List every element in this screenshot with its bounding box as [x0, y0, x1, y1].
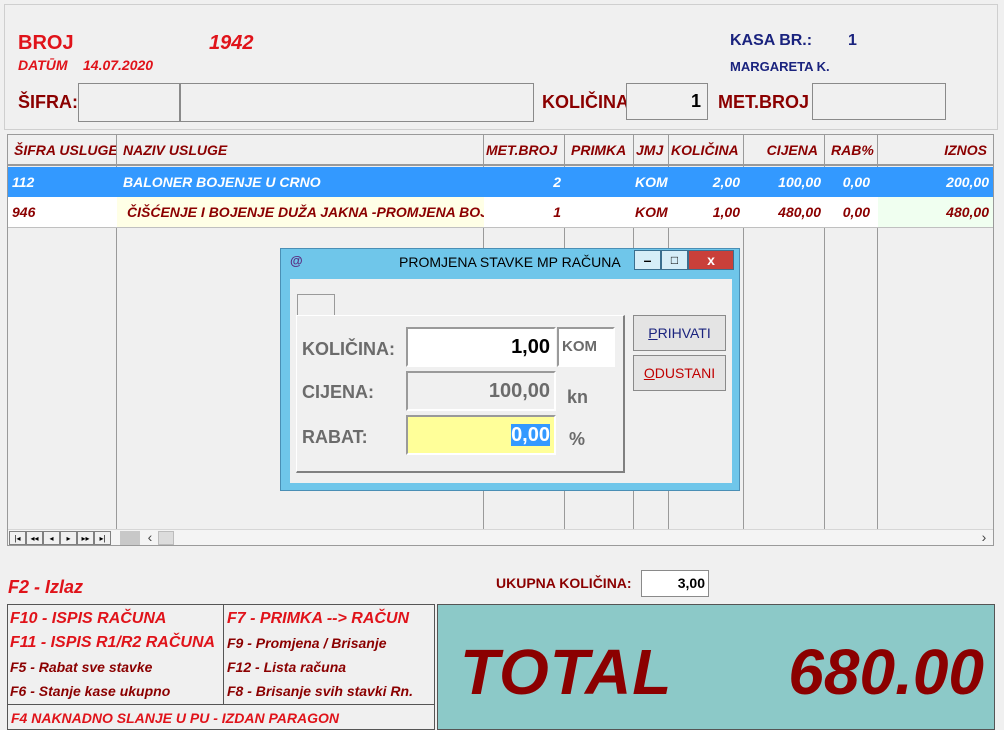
sifra-label: ŠIFRA:	[18, 92, 78, 112]
col-header-naziv[interactable]: NAZIV USLUGE	[117, 135, 484, 166]
dialog-title: PROMJENA STAVKE MP RAČUNA	[399, 254, 621, 270]
broj-value: 1942	[209, 32, 254, 54]
metbroj-label: MET.BROJ	[718, 92, 810, 112]
cell-sifra: 112	[12, 174, 35, 190]
hscroll-thumb-icon[interactable]	[158, 531, 174, 545]
f8-delete-label: F8 - Brisanje svih stavki Rn.	[227, 683, 413, 699]
metbroj-input[interactable]	[812, 83, 946, 120]
f7-primka-label: F7 - PRIMKA --> RAČUN	[227, 610, 410, 627]
cell-rab: 0,00	[842, 174, 870, 190]
col-header-iznos[interactable]: IZNOS	[878, 135, 993, 166]
col-header-rab[interactable]: RAB%	[825, 135, 878, 166]
invoice-header: BROJ 1942 DATŪM 14.07.2020 KASA BR.: 1 M…	[4, 4, 998, 130]
cell-jmj: KOM	[634, 197, 669, 227]
kolicina-label: KOLIČINA	[542, 92, 629, 112]
cell-naziv: BALONER BOJENJE U CRNO	[123, 174, 321, 190]
sifra-input[interactable]	[78, 83, 180, 122]
edit-item-dialog[interactable]: @ PROMJENA STAVKE MP RAČUNA – □ x KOLIČI…	[280, 248, 740, 491]
f9-edit-label: F9 - Promjena / Brisanje	[227, 635, 387, 651]
total-label: TOTAL	[460, 636, 673, 708]
minimize-icon[interactable]: –	[634, 250, 661, 270]
cell-cijena: 100,00	[778, 174, 821, 190]
cell-cijena: 480,00	[744, 197, 825, 227]
broj-label: BROJ	[18, 32, 74, 54]
tab-blank[interactable]	[297, 294, 335, 316]
naziv-input[interactable]	[180, 83, 534, 122]
dlg-rabat-unit: %	[569, 429, 586, 449]
dlg-rabat-input[interactable]: 0,00	[406, 415, 556, 455]
total-value: 680.00	[788, 636, 984, 708]
cell-rab: 0,00	[825, 197, 878, 227]
grid-scrollbar[interactable]: |◂ ◂◂ ◂ ▸ ▸▸ ▸| ‹ ›	[8, 529, 993, 545]
nav-next-button[interactable]: ▸	[60, 531, 77, 545]
dlg-cijena-label: CIJENA:	[302, 382, 375, 402]
cell-kolicina: 2,00	[712, 174, 740, 190]
f6-register-label: F6 - Stanje kase ukupno	[10, 683, 171, 699]
dlg-cijena-unit: kn	[567, 387, 589, 407]
dlg-kolicina-input[interactable]: 1,00	[406, 327, 556, 367]
col-header-kolicina[interactable]: KOLIČINA	[669, 135, 744, 166]
dlg-rabat-label: RABAT:	[302, 427, 368, 447]
ukupna-value: 3,00	[641, 570, 709, 597]
f10-print-label: F10 - ISPIS RAČUNA	[10, 610, 167, 627]
f12-list-label: F12 - Lista računa	[227, 659, 347, 675]
kasa-label: KASA BR.:	[730, 32, 813, 49]
cell-iznos: 200,00	[946, 174, 989, 190]
cell-jmj: KOM	[635, 174, 668, 190]
cell-metbroj: 2	[553, 174, 561, 190]
scroll-thumb-icon[interactable]	[120, 531, 140, 545]
cell-primka	[565, 197, 634, 227]
dlg-cijena-input[interactable]: 100,00	[406, 371, 556, 411]
cancel-button[interactable]: ODUSTANI	[633, 355, 726, 391]
dlg-kolicina-unit: KOM	[557, 327, 615, 367]
cell-kolicina: 1,00	[669, 197, 744, 227]
cell-sifra: 946	[8, 197, 117, 227]
f5-discount-label: F5 - Rabat sve stavke	[10, 659, 153, 675]
table-row[interactable]: 112 BALONER BOJENJE U CRNO 2 KOM 2,00 10…	[8, 167, 993, 197]
accept-button[interactable]: PRIHVATI	[633, 315, 726, 351]
total-panel: TOTAL 680.00	[437, 604, 995, 730]
scroll-left-icon[interactable]: ‹	[142, 530, 158, 545]
cell-primka	[565, 167, 634, 197]
cell-iznos: 480,00	[878, 197, 993, 227]
nav-first-button[interactable]: |◂	[9, 531, 26, 545]
f2-exit-label: F2 - Izlaz	[8, 577, 84, 597]
ukupna-label: UKUPNA KOLIČINA:	[496, 575, 632, 591]
dlg-kolicina-label: KOLIČINA:	[302, 339, 395, 359]
col-header-cijena[interactable]: CIJENA	[744, 135, 825, 166]
table-row[interactable]: 946 ČIŠĆENJE I BOJENJE DUŽA JAKNA -PROMJ…	[8, 197, 993, 228]
datum-value: 14.07.2020	[83, 57, 154, 73]
close-icon[interactable]: x	[688, 250, 734, 270]
cell-naziv: ČIŠĆENJE I BOJENJE DUŽA JAKNA -PROMJENA …	[117, 197, 484, 227]
col-header-sifra[interactable]: ŠIFRA USLUGE	[8, 135, 117, 166]
col-header-metbroj[interactable]: MET.BROJ	[484, 135, 565, 166]
nav-prev-button[interactable]: ◂	[43, 531, 60, 545]
rabat-selected-text: 0,00	[511, 424, 550, 446]
col-header-primka[interactable]: PRIMKA	[565, 135, 634, 166]
nav-last-button[interactable]: ▸|	[94, 531, 111, 545]
datum-label: DATŪM	[18, 57, 68, 73]
dialog-body: KOLIČINA: 1,00 KOM CIJENA: 100,00 kn RAB…	[290, 279, 732, 483]
cell-metbroj: 1	[484, 197, 565, 227]
col-header-jmj[interactable]: JMJ	[634, 135, 669, 166]
f4-resend-label: F4 NAKNADNO SLANJE U PU - IZDAN PARAGON	[11, 710, 339, 726]
kolicina-input[interactable]: 1	[626, 83, 708, 120]
scroll-right-icon[interactable]: ›	[976, 530, 992, 545]
app-icon: @	[290, 253, 303, 268]
operator-name: MARGARETA K.	[730, 59, 830, 74]
nav-prev-page-button[interactable]: ◂◂	[26, 531, 43, 545]
maximize-icon[interactable]: □	[661, 250, 688, 270]
kasa-value: 1	[848, 32, 857, 49]
function-keys-panel: F10 - ISPIS RAČUNA F11 - ISPIS R1/R2 RAČ…	[7, 604, 435, 730]
f11-print-label: F11 - ISPIS R1/R2 RAČUNA	[10, 634, 216, 651]
nav-next-page-button[interactable]: ▸▸	[77, 531, 94, 545]
